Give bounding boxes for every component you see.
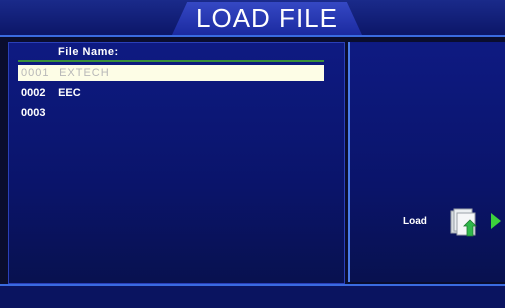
page-title: LOAD FILE — [196, 3, 338, 33]
file-name: EEC — [58, 87, 81, 99]
file-number: 0002 — [21, 87, 46, 99]
action-panel — [348, 42, 505, 282]
file-number: 0001 — [21, 67, 50, 79]
file-row-0002[interactable]: 0002 EEC — [18, 85, 324, 101]
play-arrow-icon[interactable] — [490, 212, 502, 230]
folder-load-icon[interactable] — [448, 206, 482, 240]
header-underline — [18, 60, 324, 62]
load-label[interactable]: Load — [403, 216, 427, 227]
file-row-0001[interactable]: 0001 EXTECH — [18, 65, 324, 81]
file-row-0003[interactable]: 0003 — [18, 105, 324, 121]
status-bar — [0, 284, 505, 308]
file-name-header: File Name: — [58, 46, 119, 58]
file-name: EXTECH — [59, 67, 110, 79]
title-divider — [0, 35, 505, 37]
file-number: 0003 — [21, 107, 46, 119]
